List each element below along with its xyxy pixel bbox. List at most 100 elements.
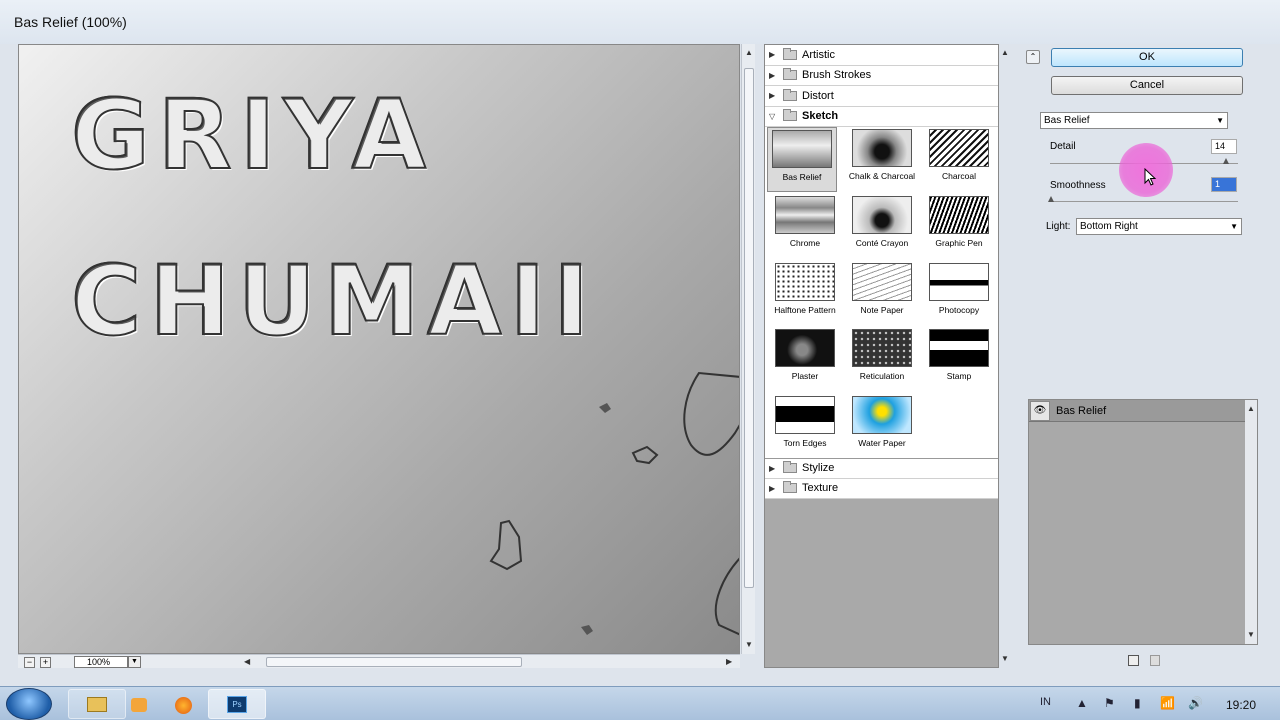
filter-chrome[interactable]: Chrome: [770, 196, 840, 248]
expand-arrow-icon[interactable]: ▶: [769, 484, 783, 493]
light-select-value: Bottom Right: [1080, 221, 1138, 232]
filter-graphic-pen[interactable]: Graphic Pen: [924, 196, 994, 248]
scroll-up-arrow-icon[interactable]: ▲: [1247, 404, 1255, 413]
expand-arrow-icon[interactable]: ▶: [769, 50, 783, 59]
smoothness-input[interactable]: 1: [1211, 177, 1237, 192]
thumbnail: [852, 396, 912, 434]
horizontal-scroll-thumb[interactable]: [266, 657, 522, 667]
category-label: Sketch: [802, 110, 839, 123]
filter-stamp[interactable]: Stamp: [924, 329, 994, 381]
scroll-up-arrow-icon[interactable]: ▲: [1001, 48, 1009, 57]
filter-label: Chalk & Charcoal: [848, 171, 916, 181]
network-icon[interactable]: 📶: [1160, 696, 1175, 710]
collapse-gallery-icon[interactable]: ⌃: [1026, 50, 1040, 64]
scroll-right-arrow-icon[interactable]: ▶: [726, 657, 732, 666]
explorer-taskbar-button[interactable]: [68, 689, 126, 719]
language-indicator[interactable]: IN: [1040, 696, 1051, 708]
category-texture[interactable]: ▶ Texture: [765, 479, 998, 499]
filter-label: Stamp: [946, 371, 972, 381]
ok-button[interactable]: OK: [1051, 48, 1243, 67]
category-distort[interactable]: ▶ Distort: [765, 86, 998, 107]
filter-label: Plaster: [791, 371, 819, 381]
filter-label: Water Paper: [858, 438, 906, 448]
clock[interactable]: 19:20: [1226, 698, 1256, 712]
collapse-arrow-icon[interactable]: ▽: [769, 112, 783, 121]
folder-icon: [783, 68, 797, 81]
filter-conte-crayon[interactable]: Conté Crayon: [847, 196, 917, 248]
volume-icon[interactable]: 🔊: [1188, 696, 1203, 710]
category-label: Artistic: [802, 48, 835, 61]
chevron-down-icon: ▼: [1216, 116, 1224, 125]
filter-reticulation[interactable]: Reticulation: [847, 329, 917, 381]
folder-icon: [783, 461, 797, 474]
category-label: Texture: [802, 482, 839, 495]
filter-label: Bas Relief: [782, 172, 822, 182]
battery-icon[interactable]: ▮: [1134, 696, 1141, 710]
thumbnail: [929, 196, 989, 234]
light-select[interactable]: Bottom Right ▼: [1076, 218, 1242, 235]
filter-label: Halftone Pattern: [774, 305, 836, 315]
smoothness-slider-track[interactable]: [1050, 201, 1238, 202]
filter-chalk-charcoal[interactable]: Chalk & Charcoal: [847, 129, 917, 181]
light-label: Light:: [1046, 221, 1071, 232]
filter-category-list: ▶ Artistic ▶ Brush Strokes ▶ Distort ▽ Sketc…: [765, 45, 998, 499]
gallery-scrollbar[interactable]: ▲ ▼: [999, 44, 1011, 668]
filter-plaster[interactable]: Plaster: [770, 329, 840, 381]
preview-vertical-scrollbar[interactable]: ▲ ▼: [741, 44, 755, 654]
zoom-in-button[interactable]: +: [40, 657, 51, 668]
cancel-button[interactable]: Cancel: [1051, 76, 1243, 95]
preview-canvas[interactable]: GRIYA CHUMAII: [18, 44, 740, 654]
expand-arrow-icon[interactable]: ▶: [769, 91, 783, 100]
thumbnail: [929, 263, 989, 301]
thumbnail: [775, 196, 835, 234]
filter-water-paper[interactable]: Water Paper: [847, 396, 917, 448]
thumbnail: [775, 396, 835, 434]
filter-note-paper[interactable]: Note Paper: [847, 263, 917, 315]
thumbnail: [852, 329, 912, 367]
effect-layers-panel: 👁 Bas Relief ▲ ▼: [1028, 399, 1258, 645]
filter-charcoal[interactable]: Charcoal: [924, 129, 994, 181]
open-folder-icon: [783, 109, 797, 122]
scroll-down-arrow-icon[interactable]: ▼: [1247, 630, 1255, 639]
scroll-up-arrow-icon[interactable]: ▲: [745, 48, 753, 57]
category-label: Brush Strokes: [802, 69, 872, 82]
delete-effect-layer-icon[interactable]: [1150, 655, 1160, 666]
smoothness-slider-handle[interactable]: [1048, 196, 1054, 202]
scroll-down-arrow-icon[interactable]: ▼: [1001, 654, 1009, 663]
filter-label: Reticulation: [859, 371, 905, 381]
expand-arrow-icon[interactable]: ▶: [769, 464, 783, 473]
category-sketch[interactable]: ▽ Sketch: [765, 107, 998, 127]
folder-icon: [783, 88, 797, 101]
detail-slider-handle[interactable]: [1223, 158, 1229, 164]
thumbnail: [929, 329, 989, 367]
smoothness-label: Smoothness: [1050, 180, 1106, 191]
layers-scrollbar[interactable]: ▲ ▼: [1245, 400, 1257, 644]
scroll-left-arrow-icon[interactable]: ◀: [244, 657, 250, 666]
filter-halftone-pattern[interactable]: Halftone Pattern: [770, 263, 840, 315]
effect-layer-row[interactable]: 👁 Bas Relief: [1029, 400, 1245, 422]
show-hidden-icons-icon[interactable]: ▲: [1076, 696, 1088, 710]
filter-photocopy[interactable]: Photocopy: [924, 263, 994, 315]
thumbnail: [852, 263, 912, 301]
zoom-level-field[interactable]: 100%: [74, 656, 128, 668]
photoshop-icon: Ps: [227, 696, 247, 713]
filter-select[interactable]: Bas Relief ▼: [1040, 112, 1228, 129]
scroll-down-arrow-icon[interactable]: ▼: [745, 640, 753, 649]
expand-arrow-icon[interactable]: ▶: [769, 71, 783, 80]
detail-input[interactable]: 14: [1211, 139, 1237, 154]
window-title: Bas Relief (100%): [14, 14, 127, 30]
eye-icon[interactable]: 👁: [1030, 400, 1050, 421]
filter-torn-edges[interactable]: Torn Edges: [770, 396, 840, 448]
zoom-dropdown-icon[interactable]: ▼: [128, 656, 141, 668]
preview-horizontal-scrollbar[interactable]: − + 100% ▼ ◀ ▶: [18, 654, 740, 668]
category-stylize[interactable]: ▶ Stylize: [765, 458, 998, 479]
start-button[interactable]: [6, 688, 52, 720]
zoom-out-button[interactable]: −: [24, 657, 35, 668]
photoshop-taskbar-button[interactable]: Ps: [208, 689, 266, 719]
action-center-icon[interactable]: ⚑: [1104, 696, 1115, 710]
category-artistic[interactable]: ▶ Artistic: [765, 45, 998, 66]
vertical-scroll-thumb[interactable]: [744, 68, 754, 588]
category-brush-strokes[interactable]: ▶ Brush Strokes: [765, 66, 998, 86]
filter-bas-relief[interactable]: Bas Relief: [767, 127, 837, 192]
new-effect-layer-icon[interactable]: [1128, 655, 1139, 666]
